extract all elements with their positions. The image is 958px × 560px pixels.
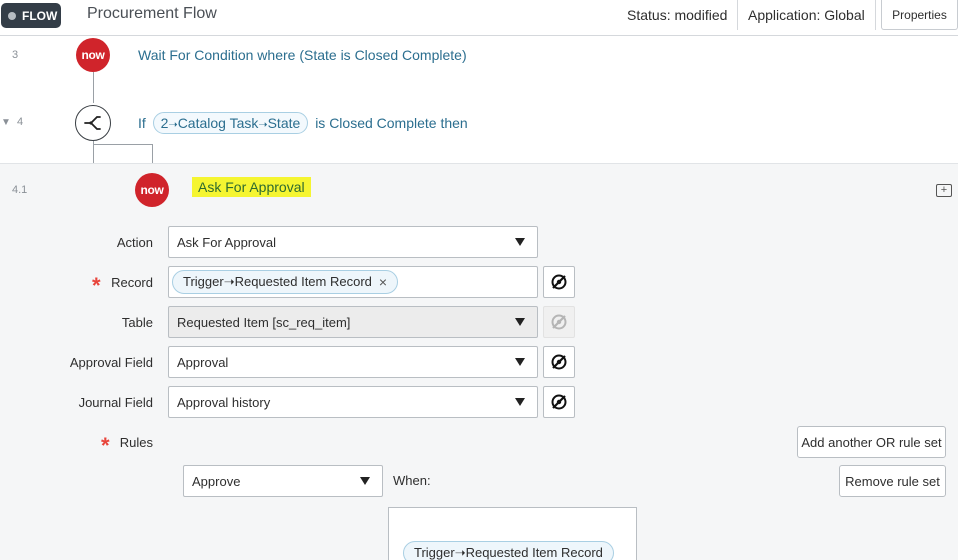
approval-field-select[interactable]: Approval <box>168 346 538 378</box>
step-wait-for-condition[interactable]: Wait For Condition where (State is Close… <box>138 47 467 63</box>
now-logo-icon: now <box>76 38 110 72</box>
flow-title: Procurement Flow <box>87 5 217 22</box>
data-pill-picker-button[interactable] <box>543 386 575 418</box>
record-field[interactable]: Trigger➝Requested Item Record × <box>168 266 538 298</box>
journal-field-select[interactable]: Approval history <box>168 386 538 418</box>
data-pill-picker-button[interactable] <box>543 266 575 298</box>
application-label: Application: Global <box>737 0 876 30</box>
data-pill-picker-button <box>543 306 575 338</box>
data-pill-picker-icon <box>551 394 567 410</box>
record-data-pill[interactable]: Trigger➝Requested Item Record × <box>172 270 399 294</box>
data-pill-picker-icon <box>551 274 567 290</box>
flow-connector <box>152 144 153 163</box>
rules-label: Rules <box>119 435 153 450</box>
condition-data-pill[interactable]: 2➝Catalog Task➝State <box>152 112 309 134</box>
record-label: Record <box>111 275 153 290</box>
when-label: When: <box>393 473 431 488</box>
now-logo-icon: now <box>135 173 169 207</box>
branch-icon <box>75 105 111 141</box>
action-select[interactable]: Ask For Approval <box>168 226 538 258</box>
rule-condition-box[interactable]: Trigger➝Requested Item Record <box>388 507 637 560</box>
if-prefix: If <box>138 115 146 131</box>
caret-down-icon <box>515 358 525 366</box>
status-label: Status: modified <box>627 7 728 23</box>
flow-connector <box>93 144 153 145</box>
flow-badge: FLOW <box>1 3 61 28</box>
rule-action-select[interactable]: Approve <box>183 465 383 497</box>
status-dot-icon <box>8 11 16 20</box>
flow-badge-label: FLOW <box>22 8 58 23</box>
action-title: Ask For Approval <box>192 177 311 197</box>
caret-down-icon <box>360 477 370 485</box>
step-number: ▼ 4 <box>1 116 24 128</box>
journal-field-label: Journal Field <box>78 395 153 410</box>
remove-pill-icon[interactable]: × <box>379 274 387 290</box>
caret-down-icon <box>515 398 525 406</box>
collapse-caret-icon[interactable]: ▼ <box>1 117 11 128</box>
approval-field-label: Approval Field <box>69 355 153 370</box>
comment-add-icon[interactable]: + <box>936 184 952 197</box>
flow-header: FLOW Procurement Flow Status: modified A… <box>0 0 958 36</box>
caret-down-icon <box>515 318 525 326</box>
data-pill-picker-button[interactable] <box>543 346 575 378</box>
table-label: Table <box>121 315 153 330</box>
flow-connector <box>93 72 94 103</box>
step-number: 3 <box>12 49 19 61</box>
properties-button[interactable]: Properties <box>881 0 958 30</box>
condition-data-pill[interactable]: Trigger➝Requested Item Record <box>403 541 614 560</box>
remove-rule-set-button[interactable]: Remove rule set <box>839 465 946 497</box>
table-select[interactable]: Requested Item [sc_req_item] <box>168 306 538 338</box>
add-or-rule-set-button[interactable]: Add another OR rule set <box>797 426 946 458</box>
data-pill-picker-icon <box>551 354 567 370</box>
data-pill-picker-icon <box>551 314 567 330</box>
step-number: 4.1 <box>12 184 28 196</box>
action-label: Action <box>116 235 153 250</box>
caret-down-icon <box>515 238 525 246</box>
if-suffix: is Closed Complete then <box>315 115 468 131</box>
step-if-condition[interactable]: If 2➝Catalog Task➝State is Closed Comple… <box>138 112 468 134</box>
